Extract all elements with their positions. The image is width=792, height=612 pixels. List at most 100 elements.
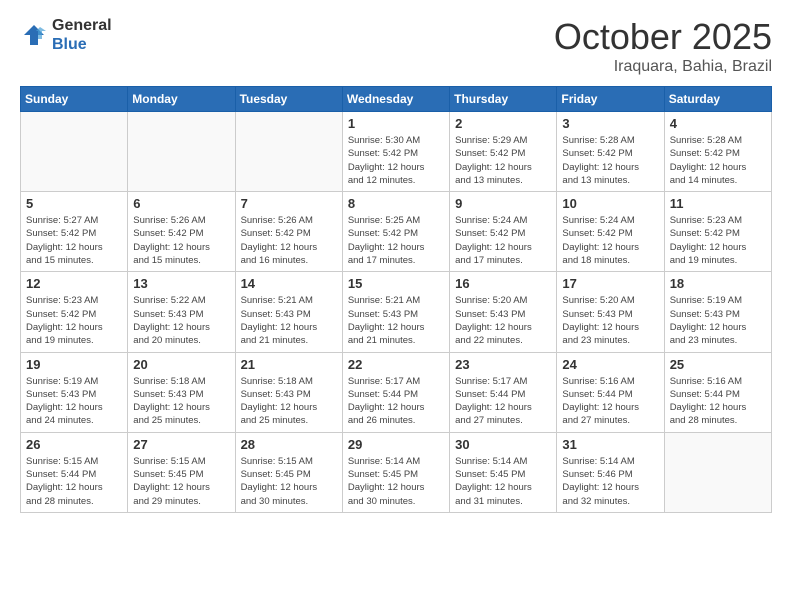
day-info: Sunrise: 5:16 AM Sunset: 5:44 PM Dayligh… bbox=[562, 375, 658, 428]
calendar-day-cell: 31 Sunrise: 5:14 AM Sunset: 5:46 PM Dayli… bbox=[557, 432, 664, 512]
day-number: 2 bbox=[455, 116, 551, 131]
day-info: Sunrise: 5:26 AM Sunset: 5:42 PM Dayligh… bbox=[133, 214, 229, 267]
calendar-day-cell: 23 Sunrise: 5:17 AM Sunset: 5:44 PM Dayli… bbox=[450, 352, 557, 432]
calendar-day-cell: 7Sunrise: 5:26 AM Sunset: 5:42 PM Daylig… bbox=[235, 192, 342, 272]
calendar-week-row: 12 Sunrise: 5:23 AM Sunset: 5:42 PM Dayli… bbox=[21, 272, 772, 352]
calendar-day-cell: 12 Sunrise: 5:23 AM Sunset: 5:42 PM Dayli… bbox=[21, 272, 128, 352]
calendar-day-cell: 20Sunrise: 5:18 AM Sunset: 5:43 PM Dayli… bbox=[128, 352, 235, 432]
calendar-day-cell bbox=[21, 112, 128, 192]
day-info: Sunrise: 5:24 AM Sunset: 5:42 PM Dayligh… bbox=[562, 214, 658, 267]
day-number: 26 bbox=[26, 437, 122, 452]
day-info: Sunrise: 5:23 AM Sunset: 5:42 PM Dayligh… bbox=[670, 214, 766, 267]
calendar-day-cell: 4 Sunrise: 5:28 AM Sunset: 5:42 PM Daylig… bbox=[664, 112, 771, 192]
day-info: Sunrise: 5:22 AM Sunset: 5:43 PM Dayligh… bbox=[133, 294, 229, 347]
day-number: 29 bbox=[348, 437, 444, 452]
day-info: Sunrise: 5:29 AM Sunset: 5:42 PM Dayligh… bbox=[455, 134, 551, 187]
calendar-week-row: 19Sunrise: 5:19 AM Sunset: 5:43 PM Dayli… bbox=[21, 352, 772, 432]
calendar-table: SundayMondayTuesdayWednesdayThursdayFrid… bbox=[20, 86, 772, 513]
day-number: 5 bbox=[26, 196, 122, 211]
calendar-week-row: 1 Sunrise: 5:30 AM Sunset: 5:42 PM Daylig… bbox=[21, 112, 772, 192]
day-info: Sunrise: 5:17 AM Sunset: 5:44 PM Dayligh… bbox=[348, 375, 444, 428]
day-number: 30 bbox=[455, 437, 551, 452]
day-number: 28 bbox=[241, 437, 337, 452]
calendar-day-cell: 5 Sunrise: 5:27 AM Sunset: 5:42 PM Daylig… bbox=[21, 192, 128, 272]
day-of-week-header: Sunday bbox=[21, 87, 128, 112]
day-number: 15 bbox=[348, 276, 444, 291]
day-info: Sunrise: 5:17 AM Sunset: 5:44 PM Dayligh… bbox=[455, 375, 551, 428]
logo-blue: Blue bbox=[52, 35, 112, 54]
day-number: 23 bbox=[455, 357, 551, 372]
day-info: Sunrise: 5:30 AM Sunset: 5:42 PM Dayligh… bbox=[348, 134, 444, 187]
calendar-day-cell: 16 Sunrise: 5:20 AM Sunset: 5:43 PM Dayli… bbox=[450, 272, 557, 352]
day-number: 19 bbox=[26, 357, 122, 372]
day-info: Sunrise: 5:28 AM Sunset: 5:42 PM Dayligh… bbox=[562, 134, 658, 187]
day-number: 31 bbox=[562, 437, 658, 452]
day-number: 12 bbox=[26, 276, 122, 291]
calendar-day-cell: 13Sunrise: 5:22 AM Sunset: 5:43 PM Dayli… bbox=[128, 272, 235, 352]
day-info: Sunrise: 5:28 AM Sunset: 5:42 PM Dayligh… bbox=[670, 134, 766, 187]
calendar-day-cell bbox=[235, 112, 342, 192]
day-of-week-header: Saturday bbox=[664, 87, 771, 112]
day-number: 18 bbox=[670, 276, 766, 291]
day-number: 24 bbox=[562, 357, 658, 372]
logo: General Blue bbox=[20, 16, 112, 54]
calendar-day-cell: 27Sunrise: 5:15 AM Sunset: 5:45 PM Dayli… bbox=[128, 432, 235, 512]
day-of-week-header: Friday bbox=[557, 87, 664, 112]
day-info: Sunrise: 5:14 AM Sunset: 5:45 PM Dayligh… bbox=[348, 455, 444, 508]
calendar-day-cell: 15 Sunrise: 5:21 AM Sunset: 5:43 PM Dayli… bbox=[342, 272, 449, 352]
calendar-day-cell: 3 Sunrise: 5:28 AM Sunset: 5:42 PM Daylig… bbox=[557, 112, 664, 192]
day-info: Sunrise: 5:21 AM Sunset: 5:43 PM Dayligh… bbox=[241, 294, 337, 347]
calendar-week-row: 26 Sunrise: 5:15 AM Sunset: 5:44 PM Dayli… bbox=[21, 432, 772, 512]
day-info: Sunrise: 5:20 AM Sunset: 5:43 PM Dayligh… bbox=[455, 294, 551, 347]
day-info: Sunrise: 5:14 AM Sunset: 5:45 PM Dayligh… bbox=[455, 455, 551, 508]
calendar-day-cell: 30 Sunrise: 5:14 AM Sunset: 5:45 PM Dayli… bbox=[450, 432, 557, 512]
logo-general: General bbox=[52, 16, 112, 35]
day-info: Sunrise: 5:18 AM Sunset: 5:43 PM Dayligh… bbox=[241, 375, 337, 428]
calendar-day-cell: 8Sunrise: 5:25 AM Sunset: 5:42 PM Daylig… bbox=[342, 192, 449, 272]
day-number: 27 bbox=[133, 437, 229, 452]
day-info: Sunrise: 5:16 AM Sunset: 5:44 PM Dayligh… bbox=[670, 375, 766, 428]
day-info: Sunrise: 5:18 AM Sunset: 5:43 PM Dayligh… bbox=[133, 375, 229, 428]
calendar-day-cell: 28 Sunrise: 5:15 AM Sunset: 5:45 PM Dayli… bbox=[235, 432, 342, 512]
calendar-day-cell: 19Sunrise: 5:19 AM Sunset: 5:43 PM Dayli… bbox=[21, 352, 128, 432]
calendar-day-cell bbox=[664, 432, 771, 512]
day-number: 10 bbox=[562, 196, 658, 211]
day-number: 6 bbox=[133, 196, 229, 211]
day-of-week-header: Wednesday bbox=[342, 87, 449, 112]
calendar-day-cell: 21Sunrise: 5:18 AM Sunset: 5:43 PM Dayli… bbox=[235, 352, 342, 432]
day-info: Sunrise: 5:21 AM Sunset: 5:43 PM Dayligh… bbox=[348, 294, 444, 347]
day-info: Sunrise: 5:23 AM Sunset: 5:42 PM Dayligh… bbox=[26, 294, 122, 347]
day-number: 17 bbox=[562, 276, 658, 291]
day-number: 22 bbox=[348, 357, 444, 372]
calendar-header-row: SundayMondayTuesdayWednesdayThursdayFrid… bbox=[21, 87, 772, 112]
day-info: Sunrise: 5:15 AM Sunset: 5:44 PM Dayligh… bbox=[26, 455, 122, 508]
day-number: 1 bbox=[348, 116, 444, 131]
calendar-day-cell: 29 Sunrise: 5:14 AM Sunset: 5:45 PM Dayli… bbox=[342, 432, 449, 512]
calendar-day-cell: 2 Sunrise: 5:29 AM Sunset: 5:42 PM Daylig… bbox=[450, 112, 557, 192]
day-of-week-header: Tuesday bbox=[235, 87, 342, 112]
calendar-day-cell: 6 Sunrise: 5:26 AM Sunset: 5:42 PM Daylig… bbox=[128, 192, 235, 272]
logo-icon bbox=[20, 21, 48, 49]
day-number: 16 bbox=[455, 276, 551, 291]
day-info: Sunrise: 5:14 AM Sunset: 5:46 PM Dayligh… bbox=[562, 455, 658, 508]
calendar-week-row: 5 Sunrise: 5:27 AM Sunset: 5:42 PM Daylig… bbox=[21, 192, 772, 272]
day-number: 3 bbox=[562, 116, 658, 131]
day-info: Sunrise: 5:20 AM Sunset: 5:43 PM Dayligh… bbox=[562, 294, 658, 347]
calendar-day-cell bbox=[128, 112, 235, 192]
day-info: Sunrise: 5:26 AM Sunset: 5:42 PM Dayligh… bbox=[241, 214, 337, 267]
day-info: Sunrise: 5:27 AM Sunset: 5:42 PM Dayligh… bbox=[26, 214, 122, 267]
calendar-day-cell: 17 Sunrise: 5:20 AM Sunset: 5:43 PM Dayli… bbox=[557, 272, 664, 352]
calendar-day-cell: 26 Sunrise: 5:15 AM Sunset: 5:44 PM Dayli… bbox=[21, 432, 128, 512]
day-info: Sunrise: 5:24 AM Sunset: 5:42 PM Dayligh… bbox=[455, 214, 551, 267]
day-number: 11 bbox=[670, 196, 766, 211]
month-title: October 2025 bbox=[554, 16, 772, 58]
calendar-day-cell: 10 Sunrise: 5:24 AM Sunset: 5:42 PM Dayli… bbox=[557, 192, 664, 272]
day-number: 4 bbox=[670, 116, 766, 131]
day-info: Sunrise: 5:19 AM Sunset: 5:43 PM Dayligh… bbox=[670, 294, 766, 347]
day-of-week-header: Monday bbox=[128, 87, 235, 112]
day-info: Sunrise: 5:15 AM Sunset: 5:45 PM Dayligh… bbox=[241, 455, 337, 508]
title-block: October 2025 Iraquara, Bahia, Brazil bbox=[554, 16, 772, 76]
location-subtitle: Iraquara, Bahia, Brazil bbox=[554, 58, 772, 76]
calendar-day-cell: 22 Sunrise: 5:17 AM Sunset: 5:44 PM Dayli… bbox=[342, 352, 449, 432]
calendar-day-cell: 9Sunrise: 5:24 AM Sunset: 5:42 PM Daylig… bbox=[450, 192, 557, 272]
